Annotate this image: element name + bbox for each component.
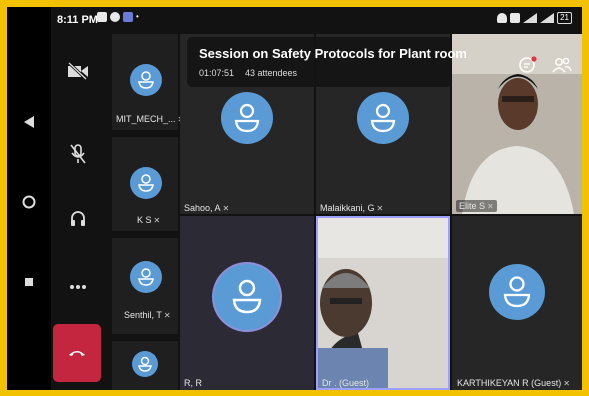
participant-name: R, R: [184, 378, 202, 388]
participant-name: Dr . (Guest): [322, 378, 369, 388]
participant-name: MIT_MECH_...✕: [116, 114, 184, 124]
participant-name-text: KARTHIKEYAN R (Guest): [457, 378, 562, 388]
mic-off-icon: ✕: [153, 216, 161, 225]
mic-off-icon: ✕: [563, 379, 570, 388]
back-icon[interactable]: [19, 112, 39, 132]
battery-icon: 21: [557, 12, 572, 24]
recents-icon[interactable]: [19, 272, 39, 292]
person-icon: [232, 279, 262, 314]
home-icon[interactable]: [19, 192, 39, 212]
signal-icon-2: [540, 13, 555, 23]
chat-button[interactable]: [518, 55, 538, 75]
avatar: [130, 261, 162, 293]
person-icon: [138, 356, 152, 372]
phone-screen: 8:11 PM • 21 MIT_MECH_... K S ✕ Senthil,…: [7, 7, 582, 390]
participant-strip: MIT_MECH_...✕ K S✕ Senthil, T✕: [112, 34, 184, 390]
avatar: [489, 264, 545, 320]
call-controls: [51, 34, 107, 390]
android-nav-bar: [7, 7, 51, 390]
camera-off-button[interactable]: [61, 54, 95, 88]
whatsapp-icon: [110, 12, 120, 22]
mic-off-icon: ✕: [163, 311, 171, 320]
signal-icon: [523, 13, 538, 23]
person-icon: [234, 103, 260, 133]
headset-icon: [71, 211, 85, 226]
participant-tile-dr-video[interactable]: Dr . (Guest): [316, 216, 450, 390]
meeting-timer: 01:07:51: [199, 68, 235, 78]
attendee-count: 43 attendees: [245, 68, 298, 78]
participants-button[interactable]: [551, 55, 573, 75]
teams-notification-icon: [123, 12, 133, 22]
side-participant-tile[interactable]: K S ✕: [112, 137, 178, 231]
participant-name: Senthil, T ✕: [124, 310, 171, 320]
participant-name-text: MIT_MECH_...: [116, 114, 176, 124]
side-participant-tile[interactable]: MIT_MECH_...✕: [112, 34, 184, 130]
notification-icon: [97, 12, 107, 22]
avatar: [132, 351, 158, 377]
more-dots-icon: [70, 285, 86, 289]
mute-button[interactable]: [61, 137, 95, 171]
phone-hangup-icon: [69, 351, 85, 356]
avatar-speaking: [214, 264, 280, 330]
participant-name: Elite S ✕: [456, 200, 497, 212]
person-icon: [138, 174, 154, 192]
status-bar: 8:11 PM • 21: [51, 7, 582, 33]
person-icon: [503, 276, 531, 308]
mic-off-icon: ✕: [222, 204, 230, 213]
meeting-info-banner: Session on Safety Protocols for Plant ro…: [187, 37, 467, 87]
vibrate-icon: [510, 13, 521, 23]
participant-name: KARTHIKEYAN R (Guest) ✕: [457, 378, 570, 388]
avatar: [357, 92, 409, 144]
participant-name-text: Sahoo, A: [184, 203, 221, 213]
avatar: [130, 64, 162, 96]
mic-off-icon: ✕: [487, 202, 494, 211]
side-participant-tile[interactable]: [112, 341, 178, 390]
chat-icon: [519, 56, 537, 73]
participant-name-text: Senthil, T: [124, 310, 162, 320]
person-icon: [370, 103, 396, 133]
more-notifications-icon: •: [136, 12, 139, 21]
side-participant-tile[interactable]: Senthil, T ✕: [112, 238, 178, 334]
hang-up-button[interactable]: [53, 324, 101, 382]
mic-off-icon: [70, 144, 86, 164]
participant-name-text: Malaikkani, G: [320, 203, 375, 213]
participant-name-text: K S: [137, 215, 152, 225]
participant-name: K S ✕: [137, 215, 160, 225]
camera-off-icon: [67, 62, 88, 80]
participant-name: Sahoo, A ✕: [184, 203, 229, 213]
participant-name-text: Elite S: [459, 201, 486, 211]
participant-name-text: Dr . (Guest): [322, 378, 370, 388]
participant-tile-karthikeyan[interactable]: KARTHIKEYAN R (Guest) ✕: [452, 216, 582, 390]
avatar: [221, 92, 273, 144]
participant-tile-rr[interactable]: R, R: [180, 216, 314, 390]
people-icon: [552, 57, 572, 73]
meeting-title: Session on Safety Protocols for Plant ro…: [199, 46, 467, 61]
headset-status-icon: [497, 13, 508, 23]
participant-name-text: R, R: [184, 378, 202, 388]
avatar: [130, 167, 162, 199]
participant-video: [318, 218, 448, 388]
participant-name: Malaikkani, G ✕: [320, 203, 383, 213]
person-icon: [138, 268, 154, 286]
mic-off-icon: ✕: [376, 204, 384, 213]
audio-output-button[interactable]: [61, 202, 95, 236]
person-icon: [138, 71, 154, 89]
more-options-button[interactable]: [61, 270, 95, 304]
status-time: 8:11 PM: [57, 14, 98, 26]
